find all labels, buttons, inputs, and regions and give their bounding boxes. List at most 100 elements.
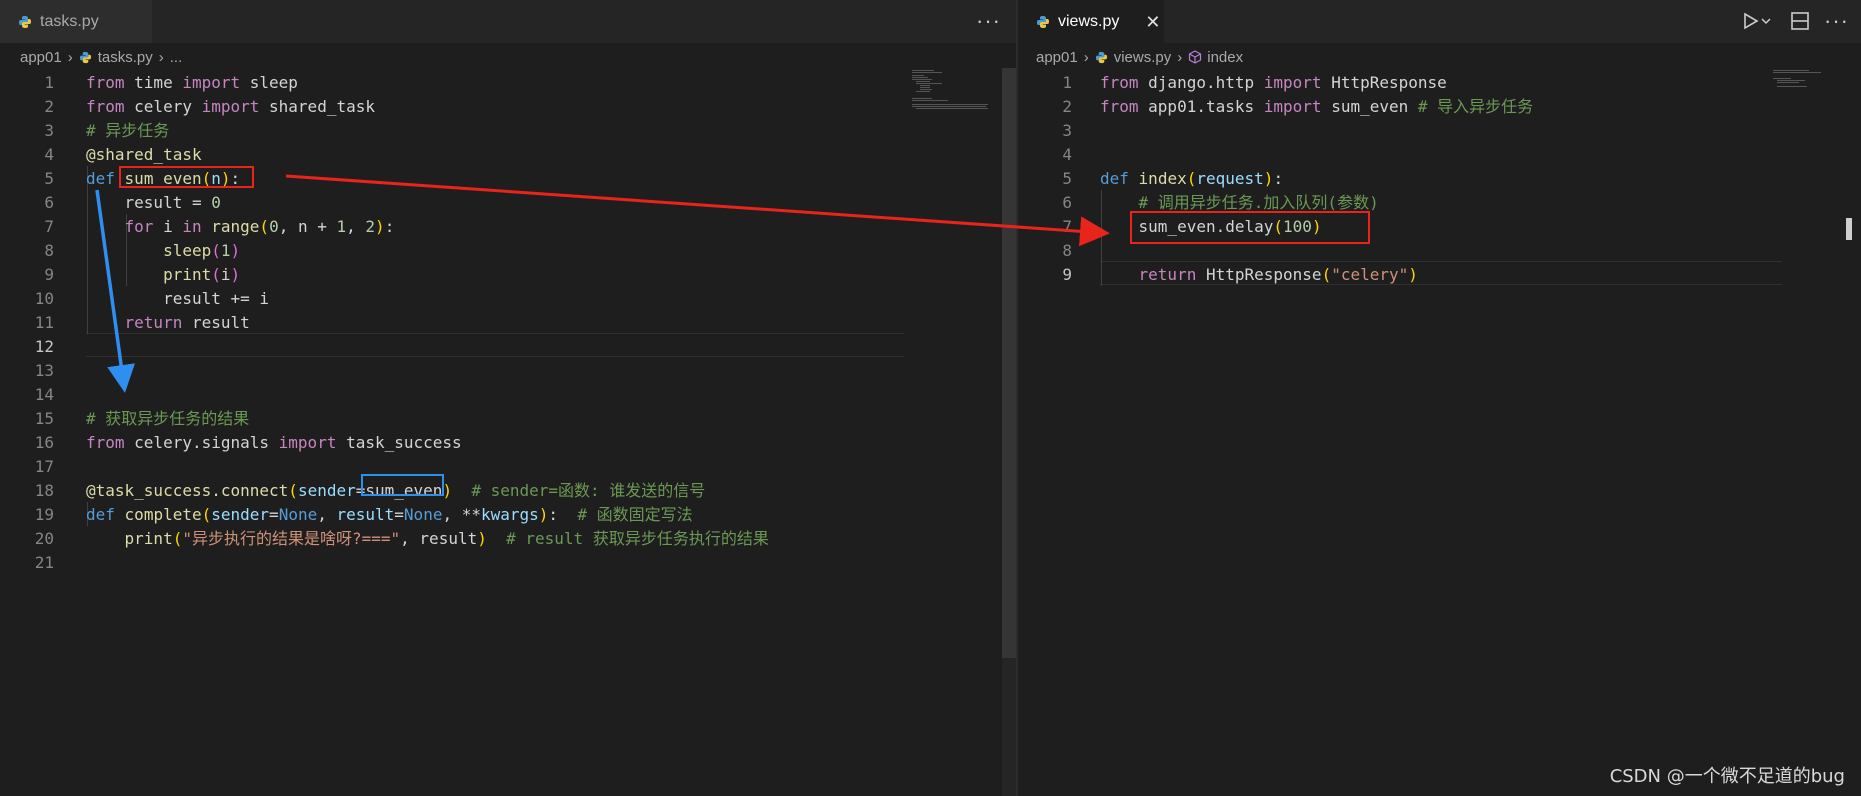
code-token: ( (1186, 169, 1197, 188)
code-token: # 函数固定写法 (558, 505, 693, 524)
code-line[interactable]: 7 for i in range(0, n + 1, 2): (0, 215, 1017, 239)
code-line[interactable]: 21 (0, 551, 1017, 575)
highlight-box-def-sum-even (119, 166, 254, 188)
minimap[interactable] (1773, 68, 1853, 128)
code-token: # result 获取异步任务执行的结果 (486, 529, 769, 548)
more-actions-button[interactable]: ··· (1824, 8, 1849, 34)
close-icon[interactable]: ✕ (1145, 13, 1160, 31)
code-token: result = (86, 193, 212, 212)
code-line[interactable]: 2 from app01.tasks import sum_even # 导入异步… (1018, 95, 1861, 119)
code-line[interactable]: 15 # 获取异步任务的结果 (0, 407, 1017, 431)
python-file-icon (1095, 51, 1108, 64)
cube-symbol-icon (1188, 50, 1202, 64)
line-number: 3 (1062, 121, 1072, 140)
code-line[interactable]: 6 result = 0 (0, 191, 1017, 215)
code-line[interactable]: 1 from time import sleep (0, 71, 1017, 95)
code-token: return (124, 313, 183, 332)
code-token: result (336, 505, 395, 524)
line-number: 14 (34, 385, 54, 404)
code-token: HttpResponse (1196, 265, 1322, 284)
tab-views-py[interactable]: views.py ✕ (1018, 0, 1164, 43)
line-number: 18 (34, 481, 54, 500)
breadcrumb-symbol[interactable]: index (1207, 49, 1243, 66)
line-number: 2 (1062, 97, 1072, 116)
code-token: HttpResponse (1321, 73, 1447, 92)
code-line[interactable]: 2 from celery import shared_task (0, 95, 1017, 119)
code-token: : (384, 217, 395, 236)
breadcrumb-more[interactable]: ... (170, 49, 183, 66)
code-line[interactable]: 20 print("异步执行的结果是啥呀?===", result) # res… (0, 527, 1017, 551)
breadcrumb-folder[interactable]: app01 (1036, 49, 1078, 66)
python-file-icon (18, 15, 32, 29)
scrollbar-thumb[interactable] (1002, 68, 1016, 658)
code-line[interactable]: 16 from celery.signals import task_succes… (0, 431, 1017, 455)
code-token: # 获取异步任务的结果 (86, 409, 250, 428)
line-number: 15 (34, 409, 54, 428)
code-token: : (548, 505, 559, 524)
code-token: ) (538, 505, 549, 524)
code-line[interactable]: 5 def index(request): (1018, 167, 1861, 191)
code-line[interactable]: 9 print(i) (0, 263, 1017, 287)
minimap[interactable] (912, 68, 992, 128)
code-line[interactable]: 1 from django.http import HttpResponse (1018, 71, 1861, 95)
code-line[interactable]: 4 @shared_task (0, 143, 1017, 167)
code-token: i (220, 265, 231, 284)
more-actions-button[interactable]: ··· (976, 8, 1001, 34)
breadcrumb-folder[interactable]: app01 (20, 49, 62, 66)
code-line[interactable]: 9 return HttpResponse("celery") (1018, 263, 1861, 287)
tab-tasks-py[interactable]: tasks.py (0, 0, 152, 43)
code-text: from app01.tasks import sum_even # 导入异步任… (1100, 95, 1533, 119)
code-line[interactable]: 19 def complete(sender=None, result=None,… (0, 503, 1017, 527)
vertical-scrollbar[interactable] (1846, 68, 1860, 796)
split-editor-icon[interactable] (1790, 11, 1810, 36)
line-number: 8 (44, 241, 54, 260)
line-number: 2 (44, 97, 54, 116)
code-token: 0 (269, 217, 279, 236)
code-token: 1 (220, 241, 231, 260)
code-line[interactable]: 13 (0, 359, 1017, 383)
code-token: django.http (1138, 73, 1264, 92)
code-token: import (278, 433, 337, 452)
code-token: def (86, 505, 115, 524)
code-token: 0 (211, 193, 221, 212)
code-line[interactable]: 10 result += i (0, 287, 1017, 311)
code-line[interactable]: 8 sleep(1) (0, 239, 1017, 263)
right-tab-bar: views.py ✕ ··· (1018, 0, 1861, 43)
code-line[interactable]: 4 (1018, 143, 1861, 167)
code-token: ( (259, 217, 270, 236)
code-token: from (86, 433, 125, 452)
code-line[interactable]: 18 @task_success.connect(sender=sum_even)… (0, 479, 1017, 503)
code-token: ) (230, 241, 241, 260)
vertical-scrollbar[interactable] (1002, 68, 1016, 796)
run-icon[interactable] (1742, 11, 1772, 36)
breadcrumb-file[interactable]: views.py (1114, 49, 1172, 66)
tab-label: views.py (1058, 13, 1120, 30)
line-number: 17 (34, 457, 54, 476)
breadcrumb-file[interactable]: tasks.py (98, 49, 153, 66)
line-number: 6 (44, 193, 54, 212)
code-token: kwargs (480, 505, 539, 524)
highlight-box-sender-sum-even (361, 474, 444, 496)
scrollbar-thumb[interactable] (1846, 218, 1852, 240)
code-line[interactable]: 12 (0, 335, 1017, 359)
chevron-right-icon: › (67, 48, 73, 66)
code-line[interactable]: 3 (1018, 119, 1861, 143)
code-line[interactable]: 14 (0, 383, 1017, 407)
code-token: ) (477, 529, 487, 548)
code-token: # 调用异步任务.加入队列(参数) (1100, 193, 1379, 212)
code-token: ( (211, 265, 221, 284)
code-token: ) (230, 265, 241, 284)
code-token: 1 (336, 217, 347, 236)
code-line[interactable]: 11 return result (0, 311, 1017, 335)
code-line[interactable]: 17 (0, 455, 1017, 479)
code-token: celery (124, 97, 202, 116)
code-editor-right[interactable]: 1 from django.http import HttpResponse 2 fr… (1018, 70, 1861, 796)
code-token: def (86, 169, 115, 188)
code-token: , result (400, 529, 478, 548)
code-token: from (1100, 73, 1139, 92)
code-line[interactable]: 3 # 异步任务 (0, 119, 1017, 143)
